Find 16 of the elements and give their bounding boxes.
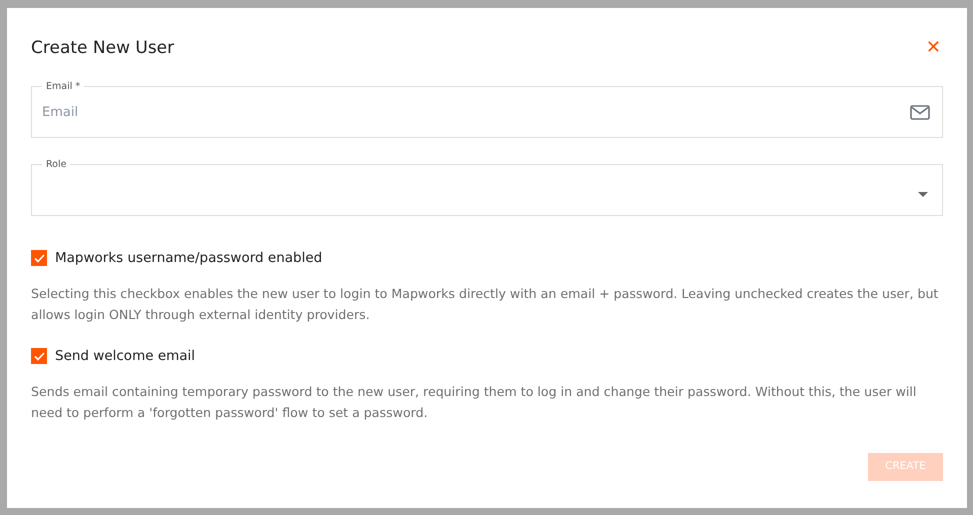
role-select[interactable]: Role	[31, 160, 943, 216]
field-label: Email *	[45, 82, 82, 92]
checkbox[interactable]	[31, 250, 47, 266]
check-icon	[34, 352, 44, 360]
email-field[interactable]: Email	[42, 102, 910, 122]
checkbox[interactable]	[31, 348, 47, 364]
checkbox-label[interactable]: Mapworks username/password enabled	[55, 248, 322, 268]
checkbox-label[interactable]: Send welcome email	[55, 346, 196, 366]
caret-icon	[918, 192, 928, 197]
email-field[interactable]: Email * Email	[31, 82, 943, 138]
field-label: Role	[45, 160, 68, 170]
description-text: Sends email containing temporary password to the new user, requiring them to log in and change their password. Without this, the user will need to perform a 'forgotten password' flow to set a password.	[31, 383, 918, 422]
dialog-title: Create New User	[31, 38, 174, 58]
mail-icon	[910, 105, 930, 120]
check-icon	[34, 254, 44, 262]
description-text: Selecting this checkbox enables the new user to login to Mapworks directly with an email + password. Leaving unchecked creates the user, but allows login ONLY through external identity providers.	[31, 285, 940, 324]
